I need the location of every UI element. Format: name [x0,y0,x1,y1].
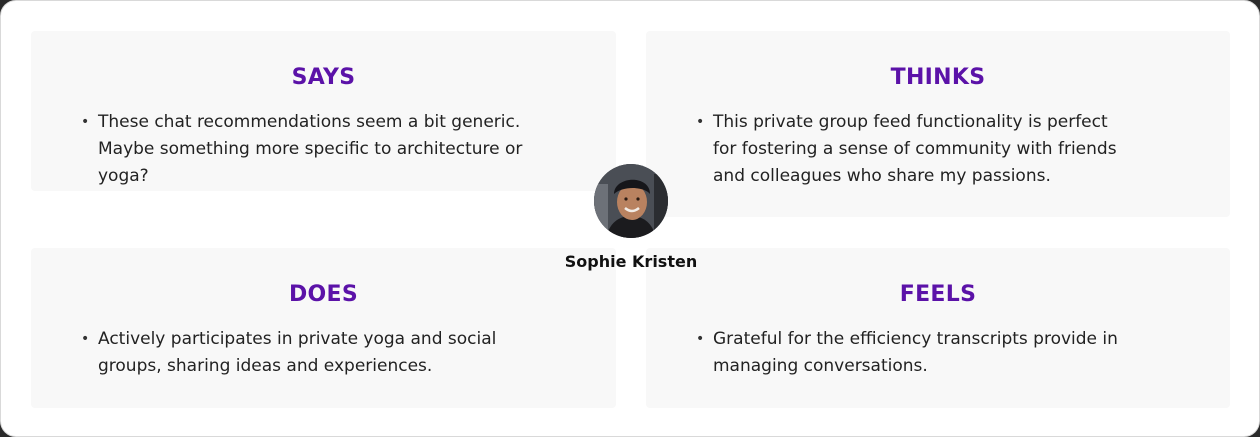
persona-name: Sophie Kristen [564,252,698,271]
thinks-list: • This private group feed functionality … [696,109,1136,190]
person-photo-avatar-icon [594,164,668,238]
feels-item: • Grateful for the efficiency transcript… [696,326,1176,380]
bullet-icon: • [696,331,705,347]
does-item-text: Actively participates in private yoga an… [98,329,497,376]
feels-quadrant: FEELS • Grateful for the efficiency tran… [646,248,1230,408]
thinks-item: • This private group feed functionality … [696,109,1136,190]
says-list: • These chat recommendations seem a bit … [81,109,561,190]
says-item-text: These chat recommendations seem a bit ge… [98,112,523,186]
feels-item-text: Grateful for the efficiency transcripts … [713,329,1118,376]
bullet-icon: • [81,331,90,347]
empathy-map: SAYS • These chat recommendations seem a… [0,0,1260,437]
persona: Sophie Kristen [531,164,731,271]
does-item: • Actively participates in private yoga … [81,326,561,380]
does-title: DOES [288,282,359,307]
feels-list: • Grateful for the efficiency transcript… [696,326,1176,380]
feels-title: FEELS [899,282,977,307]
does-list: • Actively participates in private yoga … [81,326,561,380]
avatar [594,164,668,238]
says-quadrant: SAYS • These chat recommendations seem a… [31,31,616,191]
says-item: • These chat recommendations seem a bit … [81,109,561,190]
says-title: SAYS [291,65,356,90]
does-quadrant: DOES • Actively participates in private … [31,248,616,408]
thinks-quadrant: THINKS • This private group feed functio… [646,31,1230,217]
bullet-icon: • [81,114,90,130]
thinks-item-text: This private group feed functionality is… [713,112,1117,186]
thinks-title: THINKS [890,65,986,90]
bullet-icon: • [696,114,705,130]
